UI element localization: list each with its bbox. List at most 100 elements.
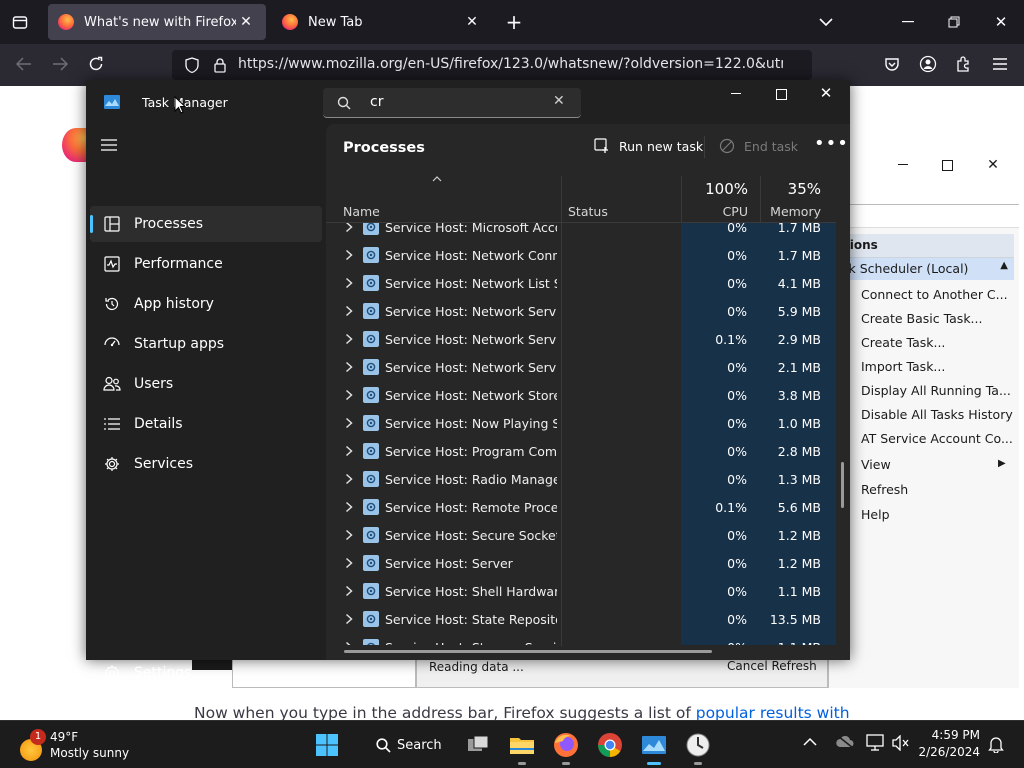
action-refresh[interactable]: Refresh: [861, 482, 908, 497]
memory-total-percent[interactable]: 35%: [746, 180, 821, 198]
minimize-icon[interactable]: [883, 154, 923, 176]
url-text[interactable]: https://www.mozilla.org/en-US/firefox/12…: [238, 56, 783, 72]
tracking-protection-shield-icon[interactable]: [178, 51, 206, 79]
nav-details[interactable]: Details: [90, 406, 322, 442]
hamburger-menu-icon[interactable]: [100, 138, 118, 152]
account-icon[interactable]: [914, 50, 942, 78]
sort-ascending-icon[interactable]: [432, 176, 442, 182]
search-box[interactable]: cr ✕: [323, 88, 581, 118]
process-row[interactable]: Service Host: Radio Managem... 0% 1.3 MB: [326, 465, 836, 493]
restore-window-icon[interactable]: [940, 8, 968, 36]
action-help[interactable]: Help: [861, 507, 890, 522]
run-new-task-button[interactable]: Run new task: [594, 138, 703, 154]
action-at-service-account[interactable]: AT Service Account Co...: [861, 431, 1013, 446]
cancel-refresh-button[interactable]: Cancel Refresh: [727, 659, 817, 673]
nav-services[interactable]: Services: [90, 446, 322, 482]
process-row[interactable]: Service Host: State Repository ... 0% 13.5…: [326, 605, 836, 633]
tab-new-tab[interactable]: New Tab ✕: [272, 4, 492, 40]
file-explorer-icon[interactable]: [506, 729, 538, 765]
minimize-window-icon[interactable]: [894, 8, 922, 36]
close-tab-icon[interactable]: ✕: [462, 12, 482, 32]
expand-chevron-icon[interactable]: [338, 302, 360, 320]
process-row[interactable]: Service Host: Shell Hardware ... 0% 1.1 MB: [326, 577, 836, 605]
tab-whats-new[interactable]: What's new with Firefox - More ✕: [48, 4, 266, 40]
task-view-icon[interactable]: [462, 729, 494, 761]
chrome-icon[interactable]: [594, 729, 626, 761]
process-row[interactable]: Service Host: Network List Ser... 0% 4.1 M…: [326, 269, 836, 297]
back-icon[interactable]: [10, 50, 38, 78]
process-row[interactable]: Service Host: Network Service 0% 2.1 MB: [326, 353, 836, 381]
expand-chevron-icon[interactable]: [338, 610, 360, 628]
process-row[interactable]: Service Host: Network Store In... 0% 3.8 M…: [326, 381, 836, 409]
horizontal-scrollbar-thumb[interactable]: [344, 650, 712, 653]
notifications-bell-icon[interactable]: [988, 736, 1004, 753]
process-row[interactable]: Service Host: Network Connec... 0% 1.7 MB: [326, 241, 836, 269]
network-icon[interactable]: [866, 734, 886, 752]
tab-overview-icon[interactable]: [6, 8, 34, 36]
clock-time[interactable]: 4:59 PM: [926, 728, 980, 742]
start-button[interactable]: [311, 729, 343, 761]
action-view[interactable]: View: [861, 457, 891, 472]
minimize-icon[interactable]: [726, 84, 746, 104]
expand-chevron-icon[interactable]: [338, 358, 360, 376]
column-header-cpu[interactable]: CPU: [688, 204, 748, 219]
process-row[interactable]: Service Host: Program Compa... 0% 2.8 MB: [326, 437, 836, 465]
column-header-name[interactable]: Name: [343, 204, 380, 219]
column-header-status[interactable]: Status: [568, 204, 608, 219]
clear-search-icon[interactable]: ✕: [553, 93, 565, 109]
extensions-icon[interactable]: [950, 50, 978, 78]
list-all-tabs-icon[interactable]: [812, 8, 840, 36]
cpu-total-percent[interactable]: 100%: [688, 180, 748, 198]
maximize-icon[interactable]: [771, 84, 791, 104]
expand-chevron-icon[interactable]: [338, 470, 360, 488]
close-window-icon[interactable]: ✕: [987, 8, 1015, 36]
expand-chevron-icon[interactable]: [338, 274, 360, 292]
collapse-up-icon[interactable]: ▲: [1000, 260, 1008, 271]
task-manager-taskbar-icon[interactable]: [638, 729, 670, 765]
weather-widget[interactable]: 1 49°F Mostly sunny: [14, 729, 154, 763]
process-row[interactable]: Service Host: Network Service 0% 5.9 MB: [326, 297, 836, 325]
expand-chevron-icon[interactable]: [338, 246, 360, 264]
close-tab-icon[interactable]: ✕: [236, 12, 256, 32]
expand-chevron-icon[interactable]: [338, 223, 360, 236]
pocket-icon[interactable]: [878, 50, 906, 78]
close-icon[interactable]: ✕: [816, 83, 836, 103]
expand-chevron-icon[interactable]: [338, 526, 360, 544]
action-connect[interactable]: Connect to Another C...: [861, 287, 1008, 302]
show-hidden-icons-chevron[interactable]: [803, 737, 817, 747]
expand-chevron-icon[interactable]: [338, 442, 360, 460]
process-row[interactable]: Service Host: Storage Service 0%1.1 MB: [326, 633, 836, 645]
task-scheduler-taskbar-icon[interactable]: [682, 729, 714, 765]
process-row[interactable]: Service Host: Microsoft Accou... 0% 1.7 MB: [326, 223, 836, 241]
process-row[interactable]: Service Host: Now Playing Ses... 0% 1.0 MB: [326, 409, 836, 437]
expand-chevron-icon[interactable]: [338, 582, 360, 600]
expand-chevron-icon[interactable]: [338, 330, 360, 348]
firefox-taskbar-icon[interactable]: [550, 729, 582, 765]
process-row[interactable]: Service Host: Server 0% 1.2 MB: [326, 549, 836, 577]
action-create-basic-task[interactable]: Create Basic Task...: [861, 311, 982, 326]
action-create-task[interactable]: Create Task...: [861, 335, 945, 350]
maximize-icon[interactable]: [927, 154, 967, 176]
url-bar[interactable]: https://www.mozilla.org/en-US/firefox/12…: [172, 50, 812, 80]
app-menu-icon[interactable]: [986, 50, 1014, 78]
close-icon[interactable]: ✕: [973, 154, 1013, 176]
action-disable-history[interactable]: Disable All Tasks History: [861, 407, 1013, 422]
expand-chevron-icon[interactable]: [338, 554, 360, 572]
expand-chevron-icon[interactable]: [338, 414, 360, 432]
reload-icon[interactable]: [82, 50, 110, 78]
volume-muted-icon[interactable]: [892, 735, 910, 751]
more-options-icon[interactable]: •••: [814, 135, 849, 153]
nav-app-history[interactable]: App history: [90, 286, 322, 322]
process-row[interactable]: Service Host: Secure Socket T... 0% 1.2 MB: [326, 521, 836, 549]
lock-icon[interactable]: [206, 51, 234, 79]
expand-chevron-icon[interactable]: [338, 386, 360, 404]
expand-chevron-icon[interactable]: [338, 638, 360, 645]
nav-performance[interactable]: Performance: [90, 246, 322, 282]
nav-settings[interactable]: Settings: [90, 655, 322, 691]
column-header-memory[interactable]: Memory: [746, 204, 821, 219]
selected-scheduler-item[interactable]: sk Scheduler (Local) ▲: [838, 258, 1014, 280]
end-task-button[interactable]: End task: [719, 138, 798, 154]
action-import-task[interactable]: Import Task...: [861, 359, 945, 374]
clock-date[interactable]: 2/26/2024: [916, 745, 980, 759]
onedrive-icon[interactable]: [835, 735, 855, 749]
